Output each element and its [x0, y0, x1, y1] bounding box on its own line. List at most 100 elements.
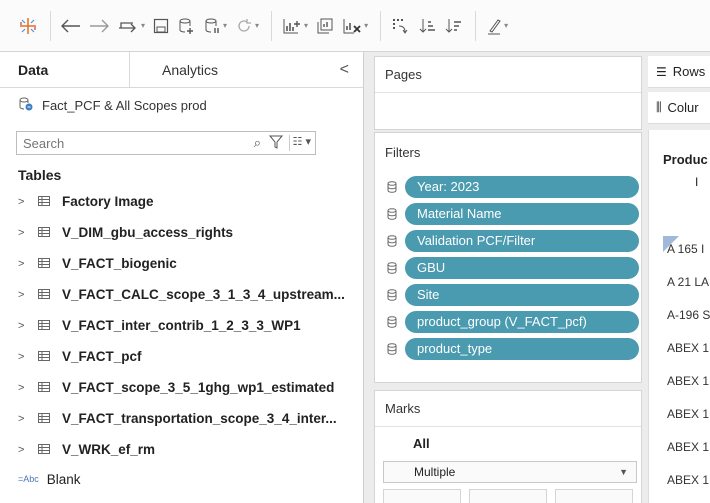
- view-row[interactable]: A-196 S: [649, 308, 710, 341]
- chevron-down-icon[interactable]: ▼: [619, 467, 628, 477]
- collapse-pane-button[interactable]: <: [340, 61, 349, 79]
- filter-pill[interactable]: Material Name: [405, 202, 639, 225]
- chevron-right-icon[interactable]: >: [18, 444, 32, 456]
- table-icon: [38, 349, 50, 364]
- filters-card[interactable]: Filters Year: 2023 Material Name Validat…: [374, 132, 642, 383]
- table-label: Factory Image: [62, 194, 154, 209]
- tab-analytics[interactable]: Analytics: [130, 62, 320, 78]
- new-datasource-icon[interactable]: [177, 12, 195, 40]
- table-icon: [38, 256, 50, 271]
- chevron-down-icon[interactable]: ▾: [141, 21, 145, 30]
- search-icon[interactable]: ⌕: [254, 135, 261, 151]
- chevron-right-icon[interactable]: >: [18, 196, 32, 208]
- chevron-right-icon[interactable]: >: [18, 258, 32, 270]
- search-input[interactable]: [17, 135, 247, 151]
- sort-descending-icon[interactable]: [445, 12, 463, 40]
- table-label: V_FACT_scope_3_5_1ghg_wp1_estimated: [62, 380, 335, 395]
- chevron-down-icon[interactable]: ▾: [255, 21, 259, 30]
- datasource-item[interactable]: Fact_PCF & All Scopes prod: [0, 88, 363, 122]
- view-row[interactable]: ABEX 1: [649, 407, 710, 440]
- chevron-right-icon[interactable]: >: [18, 413, 32, 425]
- filter-pill[interactable]: Year: 2023: [405, 175, 639, 198]
- datasource-icon: [18, 96, 34, 115]
- search-box: ⌕ ☷ ▾: [16, 131, 316, 155]
- refresh-icon[interactable]: ▾: [235, 12, 259, 40]
- filter-pill[interactable]: Validation PCF/Filter: [405, 229, 639, 252]
- pages-card[interactable]: Pages: [374, 56, 642, 130]
- marks-all-tab[interactable]: All: [375, 427, 641, 461]
- table-item[interactable]: > V_FACT_pcf: [0, 341, 363, 372]
- highlight-icon[interactable]: ▾: [486, 12, 508, 40]
- table-item[interactable]: > V_FACT_biogenic: [0, 248, 363, 279]
- filter-row: Year: 2023: [375, 173, 641, 200]
- string-type-badge: =Abc: [18, 474, 39, 484]
- view-row[interactable]: ABEX 1: [649, 341, 710, 374]
- table-item[interactable]: > V_DIM_gbu_access_rights: [0, 217, 363, 248]
- table-icon: [38, 411, 50, 426]
- swap-icon[interactable]: [391, 12, 411, 40]
- back-arrow-icon[interactable]: [61, 12, 81, 40]
- pane-tabs: Data Analytics <: [0, 51, 363, 88]
- sort-ascending-icon[interactable]: [419, 12, 437, 40]
- chevron-right-icon[interactable]: >: [18, 320, 32, 332]
- chevron-right-icon[interactable]: >: [18, 351, 32, 363]
- filter-row: product_type: [375, 335, 641, 362]
- toolbar: ▾ ▾ ▾ ▾ ▾ ▾: [0, 0, 710, 52]
- view-row[interactable]: ABEX 1: [649, 440, 710, 473]
- table-label: V_FACT_pcf: [62, 349, 142, 364]
- clear-sheet-icon[interactable]: ▾: [342, 12, 368, 40]
- rows-shelf[interactable]: ☰ Rows: [648, 56, 710, 88]
- data-pane: Data Analytics < Fact_PCF & All Scopes p…: [0, 51, 364, 503]
- datasource-name: Fact_PCF & All Scopes prod: [42, 97, 207, 113]
- marks-card: Marks All Multiple ▼: [374, 390, 642, 503]
- view-row[interactable]: ABEX 1: [649, 374, 710, 407]
- filter-pill[interactable]: Site: [405, 283, 639, 306]
- filter-row: product_group (V_FACT_pcf): [375, 308, 641, 335]
- chevron-down-icon[interactable]: ▾: [304, 21, 308, 30]
- mark-type-select[interactable]: Multiple ▼: [383, 461, 637, 483]
- duplicate-icon[interactable]: [316, 12, 334, 40]
- save-icon[interactable]: [153, 12, 169, 40]
- filter-pill[interactable]: product_type: [405, 337, 639, 360]
- view-row[interactable]: A 165 I: [649, 242, 710, 275]
- table-label: V_FACT_biogenic: [62, 256, 177, 271]
- table-icon: [38, 225, 50, 240]
- forward-arrow-icon[interactable]: [89, 12, 109, 40]
- redo-cycle-icon[interactable]: ▾: [117, 12, 145, 40]
- marks-label-button[interactable]: [555, 489, 633, 503]
- chevron-down-icon[interactable]: ▾: [223, 21, 227, 30]
- view-column: ☰ Rows ⫼ Colur Produc I A 165 I A 21 LA …: [648, 52, 710, 503]
- tab-data[interactable]: Data: [0, 51, 130, 88]
- table-item[interactable]: > V_FACT_inter_contrib_1_2_3_3_WP1: [0, 310, 363, 341]
- view-canvas[interactable]: Produc I A 165 I A 21 LA A-196 S ABEX 1 …: [648, 130, 710, 503]
- tables-heading: Tables: [18, 167, 62, 183]
- filter-pill[interactable]: GBU: [405, 256, 639, 279]
- table-item[interactable]: > V_FACT_scope_3_5_1ghg_wp1_estimated: [0, 372, 363, 403]
- field-item[interactable]: =Abc Blank: [0, 465, 363, 493]
- chevron-right-icon[interactable]: >: [18, 382, 32, 394]
- chevron-right-icon[interactable]: >: [18, 227, 32, 239]
- table-item[interactable]: > V_FACT_transportation_scope_3_4_inter..…: [0, 403, 363, 434]
- table-item[interactable]: > V_FACT_CALC_scope_3_1_3_4_upstream...: [0, 279, 363, 310]
- table-item[interactable]: > Factory Image: [0, 186, 363, 217]
- marks-properties: [383, 489, 641, 503]
- filter-icon[interactable]: [268, 134, 284, 153]
- new-worksheet-icon[interactable]: ▾: [282, 12, 308, 40]
- chevron-down-icon[interactable]: ▾: [364, 21, 368, 30]
- table-label: V_FACT_transportation_scope_3_4_inter...: [62, 411, 337, 426]
- view-options-icon[interactable]: ☷ ▾: [293, 135, 311, 148]
- columns-shelf[interactable]: ⫼ Colur: [648, 92, 710, 124]
- marks-size-button[interactable]: [469, 489, 547, 503]
- marks-color-button[interactable]: [383, 489, 461, 503]
- chevron-right-icon[interactable]: >: [18, 289, 32, 301]
- columns-icon: ⫼: [656, 100, 662, 114]
- search-divider: [289, 135, 290, 151]
- view-row[interactable]: A 21 LA: [649, 275, 710, 308]
- tableau-logo-icon[interactable]: [18, 12, 38, 40]
- table-item[interactable]: > V_WRK_ef_rm: [0, 434, 363, 465]
- view-column-header: Produc: [663, 152, 708, 167]
- view-row[interactable]: ABEX 1: [649, 473, 710, 503]
- pause-icon[interactable]: ▾: [203, 12, 227, 40]
- chevron-down-icon[interactable]: ▾: [504, 21, 508, 30]
- filter-pill[interactable]: product_group (V_FACT_pcf): [405, 310, 639, 333]
